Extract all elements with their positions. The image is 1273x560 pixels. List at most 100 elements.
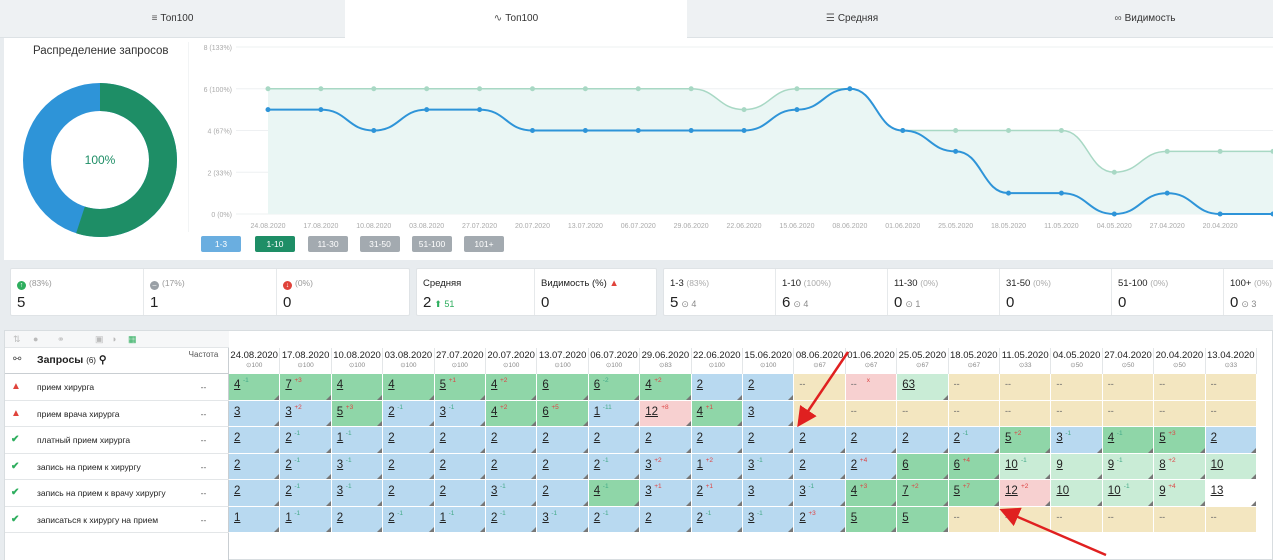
series-point[interactable] xyxy=(582,86,588,92)
tab-top100-table[interactable]: ≡ Топ100 xyxy=(0,0,345,38)
position-cell[interactable]: 4 +1 xyxy=(691,400,743,427)
position-cell[interactable]: 3 -1 xyxy=(537,506,589,533)
series-point[interactable] xyxy=(1006,128,1012,133)
date-column-header[interactable]: 20.07.2020 ⊙100 xyxy=(486,348,538,374)
position-cell[interactable]: -- xyxy=(1000,506,1052,533)
position-cell[interactable]: 5 +3 xyxy=(1154,427,1206,454)
series-point[interactable] xyxy=(635,128,641,133)
series-point[interactable] xyxy=(477,86,483,92)
date-column-header[interactable]: 22.06.2020 ⊙100 xyxy=(692,348,743,374)
date-column-header[interactable]: 29.06.2020 ⊙83 xyxy=(640,348,692,374)
keyword-text[interactable]: записаться к хирургу на прием xyxy=(37,515,158,525)
series-point[interactable] xyxy=(371,128,377,133)
position-cell[interactable]: 4 -1 xyxy=(229,374,281,401)
position-cell[interactable]: -- xyxy=(1051,506,1103,533)
position-cell[interactable]: -- xyxy=(948,506,1000,533)
series-point[interactable] xyxy=(265,107,271,113)
position-cell[interactable]: 2 +3 xyxy=(794,506,846,533)
position-cell[interactable]: 5 +1 xyxy=(434,374,486,401)
position-cell[interactable]: 3 -1 xyxy=(743,453,795,480)
position-cell[interactable]: 2 xyxy=(1205,427,1257,454)
position-cell[interactable]: 6 +4 xyxy=(948,453,1000,480)
tab-top100-chart[interactable]: ∿ Топ100 xyxy=(345,0,687,38)
position-cell[interactable]: 2 -1 xyxy=(280,427,332,454)
date-column-header[interactable]: 01.06.2020 ⊙67 xyxy=(846,348,898,374)
position-cell[interactable]: 2 xyxy=(229,480,281,507)
position-cell[interactable]: 9 -1 xyxy=(1102,453,1155,480)
keyword-row[interactable]: ✔ записаться к хирургу на прием -- xyxy=(5,507,229,533)
position-cell[interactable]: 3 +2 xyxy=(280,400,332,427)
position-cell[interactable]: -- xyxy=(1102,506,1155,533)
series-point[interactable] xyxy=(741,107,747,113)
position-cell[interactable]: 1 -1 xyxy=(434,506,486,533)
position-cell[interactable]: 4 +2 xyxy=(486,400,538,427)
position-cell[interactable]: 6 +5 xyxy=(537,400,589,427)
position-cell[interactable]: -- xyxy=(1051,374,1103,401)
position-cell[interactable]: 7 +2 xyxy=(897,480,949,507)
series-point[interactable] xyxy=(635,86,641,92)
series-point[interactable] xyxy=(529,128,535,133)
position-cell[interactable]: 2 xyxy=(691,427,743,454)
keyword-row[interactable]: ✔ запись на прием к хирургу -- xyxy=(5,454,229,480)
position-cell[interactable]: 6 xyxy=(537,374,589,401)
position-cell[interactable]: 2 xyxy=(229,427,281,454)
position-cell[interactable]: 2 xyxy=(537,427,589,454)
position-cell[interactable]: -- xyxy=(1000,374,1052,401)
range-button-2[interactable]: 11-30 xyxy=(308,236,348,252)
series-point[interactable] xyxy=(953,128,959,133)
position-cell[interactable]: 2 +1 xyxy=(691,480,743,507)
series-point[interactable] xyxy=(318,86,324,92)
date-column-header[interactable]: 11.05.2020 ⊙33 xyxy=(1000,348,1052,374)
position-cell[interactable]: 10 -1 xyxy=(1000,453,1052,480)
position-cell[interactable]: 2 -1 xyxy=(383,400,435,427)
excel-icon[interactable]: ▦ xyxy=(128,334,137,345)
position-cell[interactable]: 3 xyxy=(743,400,795,427)
series-point[interactable] xyxy=(424,86,430,92)
position-cell[interactable]: 4 +2 xyxy=(486,374,538,401)
position-cell[interactable]: 1 xyxy=(229,506,281,533)
position-cell[interactable]: 8 +2 xyxy=(1154,453,1206,480)
series-point[interactable] xyxy=(424,107,430,113)
position-cell[interactable]: 2 xyxy=(794,427,846,454)
position-cell[interactable]: 2 xyxy=(640,427,692,454)
copy-icon[interactable]: ▣ xyxy=(95,334,104,345)
position-cell[interactable]: 1 -1 xyxy=(331,427,384,454)
series-point[interactable] xyxy=(371,86,377,92)
position-cell[interactable]: 2 xyxy=(331,506,384,533)
keyword-row[interactable]: ▲ прием врача хирурга -- xyxy=(5,401,229,427)
series-point[interactable] xyxy=(1164,190,1170,196)
keyword-text[interactable]: прием хирурга xyxy=(37,382,94,392)
queries-header[interactable]: Запросы (6) ⚲ xyxy=(37,354,107,366)
series-point[interactable] xyxy=(529,86,535,92)
position-cell[interactable]: -- xyxy=(1205,506,1257,533)
position-cell[interactable]: 3 -1 xyxy=(1051,427,1103,454)
position-cell[interactable]: 9 xyxy=(1051,453,1103,480)
date-column-header[interactable]: 20.04.2020 ⊙50 xyxy=(1154,348,1206,374)
position-cell[interactable]: -- xyxy=(1102,374,1155,401)
range-button-4[interactable]: 51-100 xyxy=(412,236,452,252)
series-point[interactable] xyxy=(582,128,588,133)
position-cell[interactable]: 10 -1 xyxy=(1102,480,1155,507)
date-column-header[interactable]: 25.05.2020 ⊙67 xyxy=(897,348,949,374)
date-column-header[interactable]: 13.07.2020 ⊙100 xyxy=(537,348,589,374)
date-column-header[interactable]: 08.06.2020 ⊙67 xyxy=(794,348,846,374)
position-cell[interactable]: 2 xyxy=(897,427,949,454)
position-cell[interactable]: 2 xyxy=(434,427,486,454)
series-point[interactable] xyxy=(794,107,800,113)
position-cell[interactable]: 2 -1 xyxy=(486,506,538,533)
position-cell[interactable]: 2 xyxy=(845,427,898,454)
position-cell[interactable]: 13 xyxy=(1205,480,1257,507)
position-cell[interactable]: 6 -2 xyxy=(588,374,641,401)
date-column-header[interactable]: 10.08.2020 ⊙100 xyxy=(332,348,384,374)
position-cell[interactable]: 2 -1 xyxy=(588,453,641,480)
date-column-header[interactable]: 15.06.2020 ⊙100 xyxy=(743,348,795,374)
sort-icon[interactable]: ⇅ xyxy=(13,334,21,345)
position-cell[interactable]: 5 +7 xyxy=(948,480,1000,507)
series-point[interactable] xyxy=(1217,148,1223,154)
series-point[interactable] xyxy=(688,86,694,92)
position-cell[interactable]: 2 xyxy=(434,453,486,480)
keyword-text[interactable]: прием врача хирурга xyxy=(37,409,119,419)
position-cell[interactable]: 2 xyxy=(486,453,538,480)
link-icon[interactable]: ⚯ xyxy=(13,354,21,365)
position-cell[interactable]: 2 -1 xyxy=(948,427,1000,454)
